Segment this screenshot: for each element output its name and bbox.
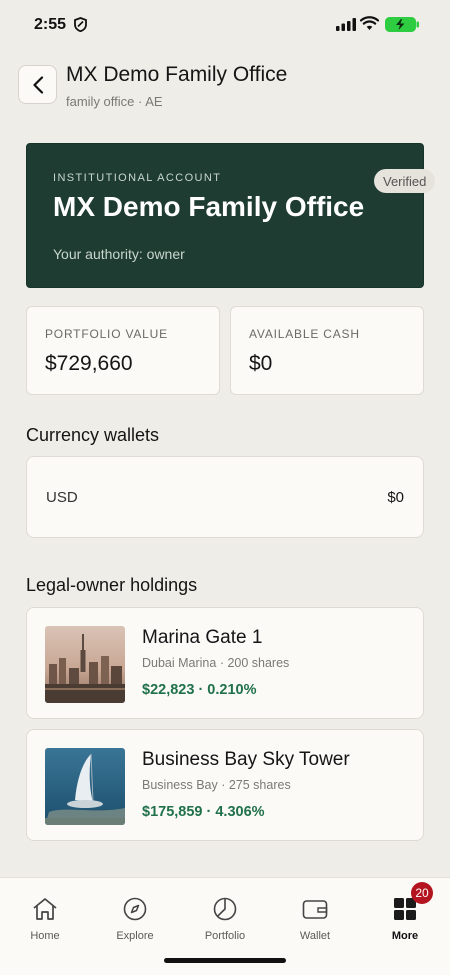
status-time: 2:55 xyxy=(34,16,67,33)
home-icon xyxy=(32,896,58,922)
nav-item-wallet[interactable]: Wallet xyxy=(280,896,350,956)
page-title: MX Demo Family Office xyxy=(66,63,288,86)
property-thumbnail xyxy=(45,626,125,703)
available-cash-card: AVAILABLE CASH $0 xyxy=(230,306,424,395)
wallet-icon xyxy=(302,896,328,922)
property-thumbnail xyxy=(45,748,125,825)
page-subtitle: family office · AE xyxy=(66,94,163,109)
nav-label: Portfolio xyxy=(204,930,246,942)
chevron-left-icon xyxy=(32,75,43,94)
wallet-amount: $0 xyxy=(387,489,404,506)
holding-card[interactable]: Business Bay Sky Tower Business Bay · 27… xyxy=(26,729,424,841)
wifi-icon xyxy=(359,16,380,36)
back-button[interactable] xyxy=(18,65,57,104)
status-bar: 2:55 xyxy=(0,0,450,50)
holding-meta: Dubai Marina · 200 shares xyxy=(142,656,290,670)
nav-label: Explore xyxy=(116,930,154,942)
holding-value: $175,859 · 4.306% xyxy=(142,804,265,820)
nav-item-more[interactable]: 20 More xyxy=(370,882,440,956)
battery-charging-icon xyxy=(385,17,421,37)
stat-label: AVAILABLE CASH xyxy=(249,327,360,341)
wallet-row[interactable]: USD $0 xyxy=(26,456,424,538)
stat-value: $729,660 xyxy=(45,352,133,375)
nav-item-portfolio[interactable]: Portfolio xyxy=(190,896,260,956)
holding-meta: Business Bay · 275 shares xyxy=(142,778,291,792)
holding-card[interactable]: Marina Gate 1 Dubai Marina · 200 shares … xyxy=(26,607,424,719)
holding-value: $22,823 · 0.210% xyxy=(142,682,257,698)
holding-name: Marina Gate 1 xyxy=(142,627,263,648)
verified-badge: Verified xyxy=(374,169,436,193)
home-indicator xyxy=(164,958,286,963)
holding-name: Business Bay Sky Tower xyxy=(142,749,350,770)
account-card: INSTITUTIONAL ACCOUNT MX Demo Family Off… xyxy=(26,143,424,288)
nav-label: Home xyxy=(30,930,60,942)
wallet-currency: USD xyxy=(46,489,78,506)
nav-label: More xyxy=(391,930,419,942)
portfolio-value-card: PORTFOLIO VALUE $729,660 xyxy=(26,306,220,395)
shield-icon xyxy=(74,17,87,37)
account-name: MX Demo Family Office xyxy=(53,191,365,222)
account-type-label: INSTITUTIONAL ACCOUNT xyxy=(53,172,222,184)
nav-label: Wallet xyxy=(299,930,331,942)
stat-value: $0 xyxy=(249,352,273,375)
signal-icon xyxy=(336,18,356,36)
pie-chart-icon xyxy=(212,896,238,922)
section-title-holdings: Legal-owner holdings xyxy=(26,575,198,595)
nav-item-home[interactable]: Home xyxy=(10,896,80,956)
nav-item-explore[interactable]: Explore xyxy=(100,896,170,956)
account-authority: Your authority: owner xyxy=(53,246,185,262)
stat-label: PORTFOLIO VALUE xyxy=(45,327,168,341)
compass-icon xyxy=(122,896,148,922)
notification-badge: 20 xyxy=(411,882,433,904)
section-title-wallets: Currency wallets xyxy=(26,425,160,445)
